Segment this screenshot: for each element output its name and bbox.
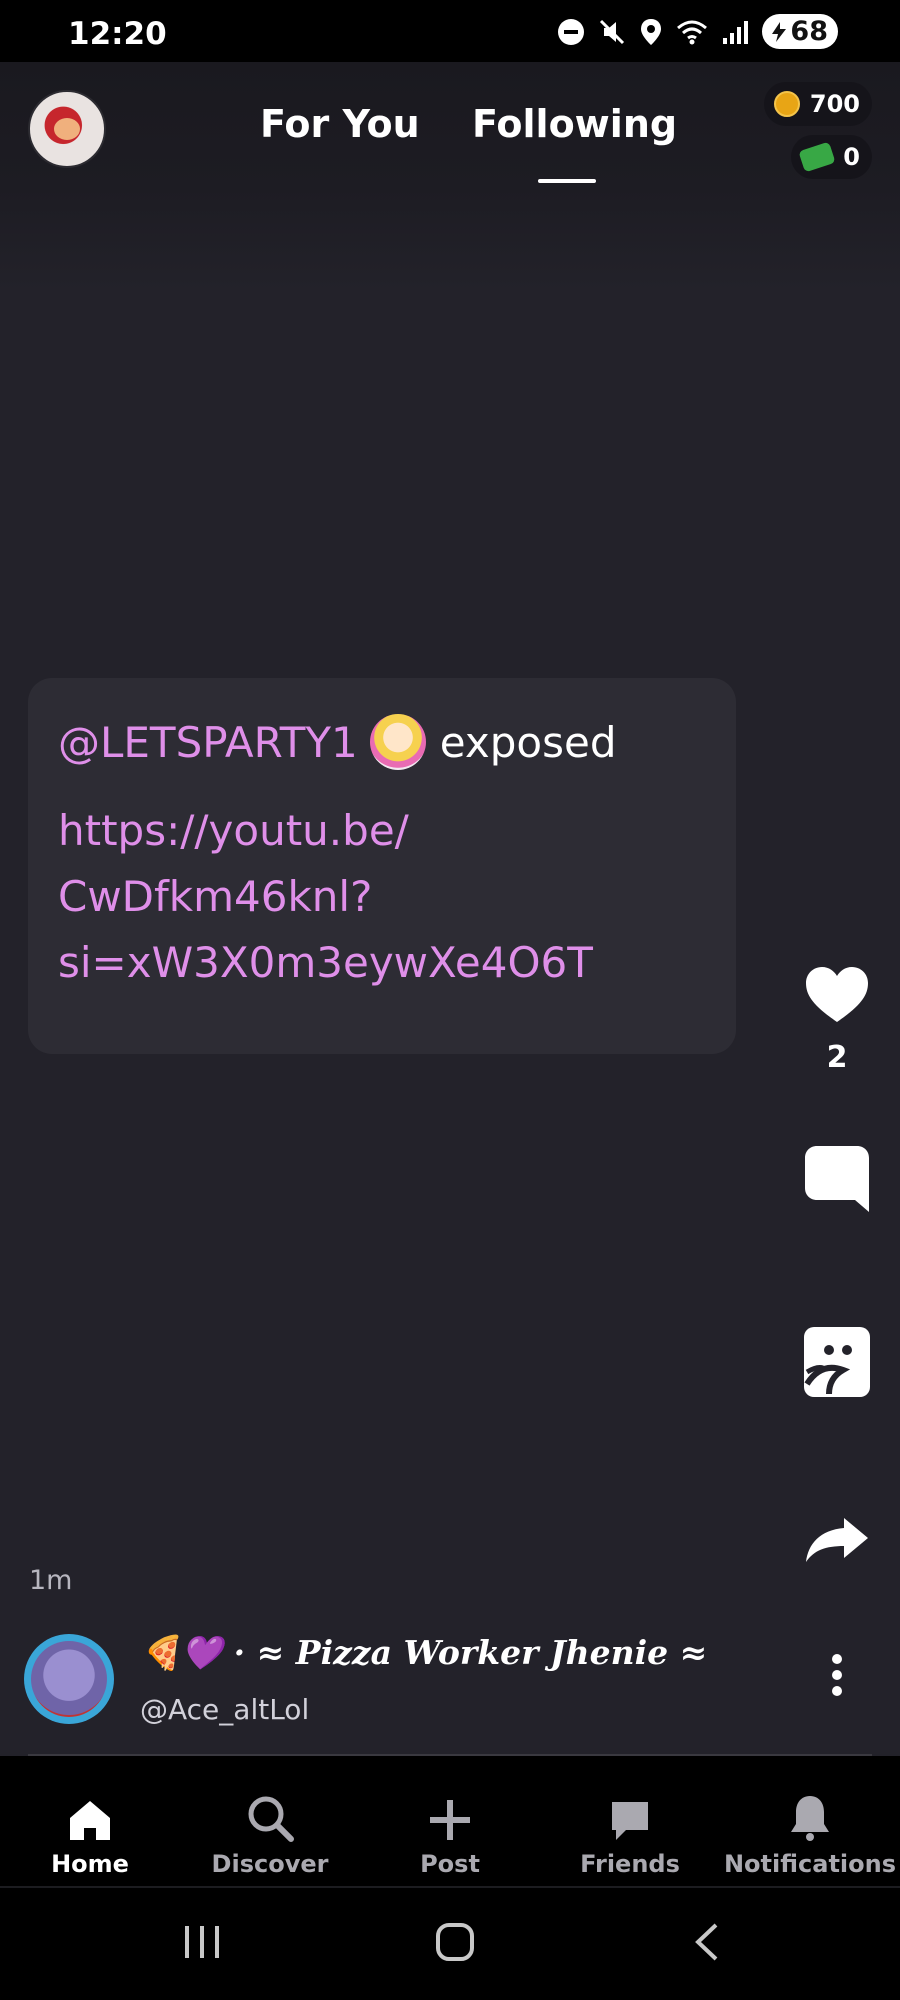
post-card[interactable]: @LETSPARTY1 exposed https://youtu.be/ Cw… [28, 678, 736, 1054]
nav-label: Home [51, 1850, 129, 1878]
share-button[interactable] [800, 1516, 874, 1568]
coins-balance[interactable]: 700 [763, 82, 872, 126]
status-icons: 68 [557, 14, 838, 49]
nav-notifications[interactable]: Notifications [720, 1756, 900, 1878]
plus-icon [360, 1782, 540, 1842]
post-url-link[interactable]: https://youtu.be/ CwDfkm46knl? si=xW3X0m… [58, 798, 698, 996]
nav-post[interactable]: Post [360, 1756, 540, 1878]
nav-discover[interactable]: Discover [180, 1756, 360, 1878]
dnd-icon [557, 18, 585, 46]
nav-label: Post [420, 1850, 480, 1878]
remix-button[interactable] [800, 1326, 874, 1402]
nav-home[interactable]: Home [0, 1756, 180, 1878]
post-url-line: https://youtu.be/ [58, 806, 409, 855]
search-icon [180, 1782, 360, 1842]
nav-label: Discover [211, 1850, 329, 1878]
bottom-nav: Home Discover Post Friends Notifications [0, 1756, 900, 1888]
post-url-line: si=xW3X0m3eywXe4O6T [58, 938, 593, 987]
chat-icon [540, 1782, 720, 1842]
nav-label: Notifications [723, 1850, 897, 1878]
like-button[interactable] [800, 966, 874, 1028]
cash-balance[interactable]: 0 [791, 135, 872, 179]
more-options-icon[interactable] [822, 1654, 852, 1704]
coins-count: 700 [809, 90, 860, 118]
cash-count: 0 [843, 143, 860, 171]
home-button-icon[interactable] [435, 1922, 475, 1966]
like-icon [804, 967, 870, 1028]
post-headline: @LETSPARTY1 exposed [58, 714, 617, 770]
mute-icon [598, 18, 626, 46]
like-count: 2 [826, 1040, 848, 1075]
status-time: 12:20 [68, 16, 167, 52]
comment-icon [803, 1146, 871, 1218]
author-display-name[interactable]: 🍕💜 · ≈ Pizza Worker Jhenie ≈ [140, 1633, 707, 1673]
battery-level: 68 [790, 16, 828, 47]
nav-label: Friends [580, 1850, 680, 1878]
battery-icon: 68 [762, 14, 838, 49]
bell-icon [720, 1782, 900, 1842]
mention-link[interactable]: @LETSPARTY1 [58, 718, 358, 767]
coin-icon [773, 91, 800, 117]
nav-friends[interactable]: Friends [540, 1756, 720, 1878]
post-timestamp: 1m [29, 1565, 73, 1596]
post-verb: exposed [439, 717, 617, 767]
cash-icon [798, 141, 836, 173]
wifi-icon [676, 18, 708, 46]
remix-icon [803, 1327, 871, 1402]
recents-icon[interactable] [183, 1924, 221, 1964]
mention-avatar [369, 714, 426, 770]
back-icon[interactable] [692, 1922, 720, 1966]
system-nav-bar [0, 1888, 900, 2000]
active-tab-indicator [538, 179, 596, 183]
top-bar: For You Following 700 0 [0, 62, 900, 292]
location-icon [639, 18, 663, 46]
share-icon [804, 1518, 870, 1568]
profile-avatar[interactable] [28, 90, 106, 168]
status-bar: 12:20 68 [0, 0, 900, 62]
post-url-line: CwDfkm46knl? [58, 872, 373, 921]
signal-icon [721, 18, 749, 46]
author-avatar[interactable] [24, 1634, 114, 1724]
author-handle[interactable]: @Ace_altLol [140, 1693, 309, 1726]
home-icon [0, 1782, 180, 1842]
comment-button[interactable] [800, 1144, 874, 1218]
tab-following[interactable]: Following [472, 102, 677, 146]
tab-for-you[interactable]: For You [260, 102, 420, 146]
